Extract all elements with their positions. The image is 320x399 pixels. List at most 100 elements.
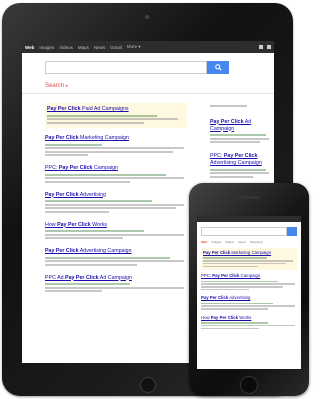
side-result-url <box>210 168 266 171</box>
result-snippet <box>47 118 179 120</box>
result-title[interactable]: Pay Per Click Marketing Campaign <box>45 135 187 142</box>
result-snippet <box>45 177 185 179</box>
phone-results-list: Pay Per Click Marketing Campaign PPC: Pa… <box>201 248 297 334</box>
phone-result-title[interactable]: How Pay Per Click Works <box>201 315 297 321</box>
search-icon <box>214 64 222 71</box>
phone-result-url <box>201 321 269 324</box>
phone-speaker <box>238 196 260 199</box>
result-snippet <box>45 263 138 266</box>
phone-result-snippet <box>201 324 296 327</box>
phone-result-snippet <box>201 288 249 291</box>
gbar-gmail[interactable]: Gmail <box>110 45 122 50</box>
search-row <box>45 61 229 74</box>
side-result-title[interactable]: Pay Per Click Ad Campaign <box>210 119 272 133</box>
phone-result-item: Pay Per Click Advertising <box>201 295 297 310</box>
result-item: Pay Per Click Advertising Campaign <box>45 248 187 266</box>
result-snippet <box>45 203 185 206</box>
result-title[interactable]: Pay Per Click Advertising Campaign <box>45 248 187 255</box>
result-snippet <box>45 260 185 262</box>
gbar-more[interactable]: More ▾ <box>127 44 141 50</box>
result-item: Pay Per Click Marketing Campaign <box>45 135 187 156</box>
phone-result-snippet <box>201 283 296 285</box>
phone-result-title[interactable]: Pay Per Click Marketing Campaign <box>203 250 295 256</box>
result-snippet <box>45 180 131 183</box>
result-title[interactable]: Pay Per Click Advertising <box>45 192 187 199</box>
result-item: Pay Per Click Advertising <box>45 192 187 213</box>
phone-result-title[interactable]: PPC: Pay Per Click Campaign <box>201 273 297 279</box>
google-bar: Web Images Videos Maps News Gmail More ▾ <box>22 41 274 53</box>
result-url <box>45 283 131 285</box>
phone-tabs: Web Images Videos News Shopping <box>201 240 262 244</box>
phone-tab-videos[interactable]: Videos <box>225 240 234 244</box>
result-url <box>45 143 102 146</box>
result-item: How Pay Per Click Works <box>45 222 187 239</box>
phone-result-snippet <box>201 305 296 307</box>
ad-result: Pay Per Click Paid Ad Campaigns <box>45 103 187 128</box>
result-title[interactable]: How Pay Per Click Works <box>45 222 187 229</box>
result-url <box>47 114 158 117</box>
gbar-images[interactable]: Images <box>39 45 54 50</box>
phone-home-button[interactable] <box>240 376 258 394</box>
gbar-videos[interactable]: Videos <box>59 45 73 50</box>
side-result-snippet <box>210 175 254 178</box>
search-input[interactable] <box>45 61 207 74</box>
apps-icon[interactable] <box>259 45 263 49</box>
side-result-item: PPC: Pay Per Click Advertising Campaign <box>210 153 272 178</box>
phone-ad-result: Pay Per Click Marketing Campaign <box>201 248 297 271</box>
phone-result-url <box>203 257 268 259</box>
phone-device: Web Images Videos News Shopping Pay Per … <box>189 183 309 396</box>
result-title[interactable]: PPC: Pay Per Click Campaign <box>45 165 187 172</box>
result-url <box>45 200 152 202</box>
tablet-camera <box>145 15 149 19</box>
side-results: Pay Per Click Ad Campaign PPC: Pay Per C… <box>210 103 272 188</box>
gbar-news[interactable]: News <box>94 45 105 50</box>
side-result-snippet <box>210 137 269 140</box>
phone-result-snippet <box>203 262 286 265</box>
tablet-home-button[interactable] <box>140 377 156 393</box>
result-snippet <box>45 207 176 209</box>
phone-result-url <box>201 280 278 283</box>
search-label-text: Search <box>45 83 65 89</box>
result-item: PPC: Pay Per Click Campaign <box>45 165 187 183</box>
result-snippet <box>45 147 185 149</box>
phone-tab-web[interactable]: Web <box>201 240 207 244</box>
gbar-maps[interactable]: Maps <box>78 45 89 50</box>
gbar-right <box>259 45 271 49</box>
side-result-title[interactable]: PPC: Pay Per Click Advertising Campaign <box>210 153 272 167</box>
search-button[interactable] <box>207 61 229 74</box>
header-divider <box>22 93 274 94</box>
phone-result-url <box>201 302 273 305</box>
result-snippet <box>47 121 144 124</box>
phone-result-snippet <box>201 327 259 330</box>
phone-result-snippet <box>203 259 294 262</box>
phone-result-item: PPC: Pay Per Click Campaign <box>201 273 297 291</box>
result-snippet <box>45 154 88 156</box>
result-url <box>45 230 145 232</box>
phone-search-input[interactable] <box>201 227 287 236</box>
result-snippet <box>45 286 185 289</box>
phone-tab-images[interactable]: Images <box>211 240 221 244</box>
result-title[interactable]: PPC Ad Pay Per Click Ad Campaign <box>45 275 187 282</box>
phone-search-button[interactable] <box>287 227 297 236</box>
result-title[interactable]: Pay Per Click Paid Ad Campaigns <box>47 106 185 113</box>
gbar-web[interactable]: Web <box>25 45 34 50</box>
result-snippet <box>45 150 173 153</box>
result-snippet <box>45 237 124 239</box>
phone-google-bar <box>197 216 301 222</box>
phone-camera <box>233 196 236 199</box>
result-snippet <box>45 210 109 213</box>
result-url <box>45 256 170 259</box>
settings-icon[interactable] <box>267 45 271 49</box>
phone-result-title[interactable]: Pay Per Click Advertising <box>201 295 297 301</box>
phone-result-snippet <box>203 265 259 268</box>
side-result-item: Pay Per Click Ad Campaign <box>210 119 272 143</box>
result-item: PPC Ad Pay Per Click Ad Campaign <box>45 275 187 292</box>
results-list: Pay Per Click Paid Ad Campaigns Pay Per … <box>45 103 187 301</box>
search-label[interactable]: Search ▾ <box>45 83 68 89</box>
phone-tab-shopping[interactable]: Shopping <box>250 240 263 244</box>
phone-tab-news[interactable]: News <box>238 240 246 244</box>
side-result-snippet <box>210 172 269 174</box>
phone-search-row <box>201 227 297 236</box>
side-header <box>210 104 248 107</box>
result-snippet <box>45 290 102 292</box>
